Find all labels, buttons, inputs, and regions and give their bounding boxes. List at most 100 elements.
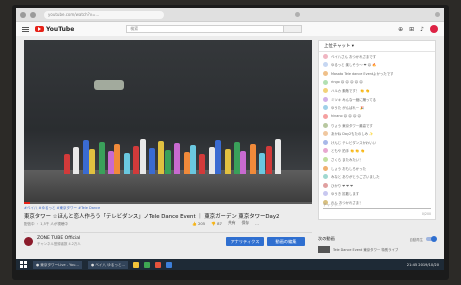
dancers: [64, 132, 294, 174]
chat-avatar: [323, 156, 328, 162]
chat-message-text: ハルカ 素敵です！ 👏 👏: [331, 89, 370, 94]
video-tags[interactable]: #ベイ八 #ゆるっと #東京タワー #Tele Dance: [24, 206, 312, 211]
dancer: [82, 140, 89, 174]
taskbar-item[interactable]: ● 東京タワーLive - You…: [33, 260, 82, 269]
more-button[interactable]: …: [255, 221, 259, 226]
dancer: [224, 149, 231, 174]
video-meta: #ベイ八 #ゆるっと #東京タワー #Tele Dance 東京タワー ☆ほんと…: [24, 206, 312, 227]
upload-icon[interactable]: ⊕: [398, 26, 403, 33]
profile-icon[interactable]: [435, 12, 440, 17]
dislike-button[interactable]: 👎 87: [211, 221, 222, 226]
back-icon[interactable]: [20, 11, 26, 18]
dancer: [64, 154, 70, 174]
dancer: [259, 153, 266, 174]
dancer: [108, 151, 114, 174]
chat-avatar: [323, 105, 328, 111]
chat-message-text: ゆうた がんばれー 🎉: [331, 106, 365, 111]
browser-toolbar: youtube.com/watch?v=...: [16, 8, 444, 22]
up-next-title[interactable]: Tele Dance Event 東京タワー 特別ライブ: [333, 247, 398, 252]
extension-icon[interactable]: [295, 12, 300, 17]
search-button[interactable]: [284, 25, 303, 33]
dancer: [208, 147, 215, 174]
chat-avatar: [323, 79, 328, 85]
dancer: [174, 143, 181, 174]
address-bar[interactable]: youtube.com/watch?v=...: [44, 10, 164, 19]
chat-avatar: [323, 53, 328, 59]
edit-video-button[interactable]: 動画の編集: [267, 237, 305, 246]
chat-message-text: ringo 😊 😊 😊 😊 😊: [331, 80, 363, 85]
channel-avatar[interactable]: [24, 236, 33, 246]
chat-message-text: しょう おもしろかった: [331, 166, 366, 171]
logo-text: YouTube: [46, 25, 75, 33]
dancer: [114, 144, 121, 174]
dancer: [158, 141, 165, 174]
dancer: [275, 139, 281, 174]
chat-message: ringo 😊 😊 😊 😊 😊: [319, 78, 435, 87]
chat-avatar: [323, 96, 328, 102]
analytics-button[interactable]: アナリティクス: [226, 237, 264, 246]
search-input[interactable]: 検索: [126, 25, 285, 33]
chat-message-text: ひかり ❤ ❤ ❤: [331, 183, 353, 188]
video-title: 東京タワー ☆ほんと恋人作ろう「テレビダンス」ノTele Dance Event…: [24, 214, 280, 220]
chat-message-text: ベイ八さん おつかれさまです: [331, 54, 377, 59]
chat-message: さくら またみたい！: [319, 155, 435, 164]
chat-avatar: [323, 139, 328, 145]
dancer: [183, 152, 190, 174]
progress-fill: [24, 202, 30, 204]
like-button[interactable]: 👍 205: [192, 221, 205, 226]
live-chat-panel: 上位チャット ▾ ベイ八さん おつかれさまです ゆるっと 楽しそう〜 ❤ 😊 🔥 M…: [318, 40, 436, 220]
folder-icon[interactable]: [133, 261, 140, 268]
dancer: [73, 147, 80, 174]
mail-icon[interactable]: [166, 261, 173, 268]
avatar[interactable]: [430, 25, 438, 33]
dancer: [199, 154, 206, 174]
notifications-icon[interactable]: ♪: [420, 26, 424, 33]
youtube-logo[interactable]: YouTube: [35, 26, 74, 33]
windows-taskbar: ● 東京タワーLive - You… ● ベイ八 ゆるっと… 21:45 201…: [16, 259, 444, 270]
menu-icon[interactable]: [22, 26, 29, 32]
forward-icon[interactable]: [30, 11, 36, 18]
chat-message-text: りょう 東京タワー最高です: [331, 123, 373, 128]
share-button[interactable]: 共有: [228, 220, 236, 226]
chat-avatar: [323, 88, 328, 94]
stage-floor: [24, 170, 312, 204]
chat-message: hinano 😊 😊 😊 😊: [319, 112, 435, 121]
chat-message-text: Masato Tele dance Eventよかったです: [331, 71, 394, 76]
chat-message: Masato Tele dance Eventよかったです: [319, 69, 435, 78]
chat-message: けんじ テレビダンスかわいい: [319, 138, 435, 147]
autoplay-label: 自動再生: [409, 237, 423, 242]
dancer: [249, 144, 256, 174]
taskbar-item[interactable]: ● ベイ八 ゆるっと…: [87, 260, 129, 269]
autoplay-toggle[interactable]: [426, 236, 437, 242]
chrome-icon[interactable]: [144, 261, 151, 268]
video-player[interactable]: [24, 40, 312, 204]
chat-avatar: [323, 182, 328, 188]
dancer: [164, 150, 171, 174]
up-next: 次の動画 自動再生 Tele Dance Event 東京タワー 特別ライブ: [318, 234, 437, 258]
chat-input[interactable]: チャット…: [323, 201, 431, 209]
chat-message-text: あかね Day2もたのしみ ✨: [331, 132, 374, 137]
chat-message: ゆるっと 楽しそう〜 ❤ 😊 🔥: [319, 61, 435, 70]
dancer: [234, 142, 240, 174]
up-next-label: 次の動画: [318, 236, 335, 241]
windows-start-icon[interactable]: [20, 261, 27, 268]
chat-message-text: さくら またみたい！: [331, 157, 363, 162]
chat-avatar: [323, 174, 328, 180]
up-next-thumbnail[interactable]: [318, 245, 330, 253]
dancer: [98, 142, 105, 174]
video-actions: 👍 205 👎 87 共有 保存 …: [192, 220, 259, 226]
youtube-header: YouTube 検索 ⊕ ⊞ ♪: [16, 22, 444, 36]
dancer: [89, 149, 96, 174]
chat-header[interactable]: 上位チャット ▾: [319, 41, 435, 52]
up-next-item[interactable]: Tele Dance Event 東京タワー 特別ライブ: [318, 244, 436, 254]
chat-message: りょう 東京タワー最高です: [319, 121, 435, 130]
app-icon[interactable]: [155, 261, 162, 268]
save-button[interactable]: 保存: [242, 220, 250, 226]
apps-icon[interactable]: ⊞: [409, 26, 414, 33]
chat-message: ゆうた がんばれー 🎉: [319, 104, 435, 113]
subscriber-count: チャンネル登録者数 4.2万人: [37, 242, 81, 246]
chat-avatar: [323, 148, 328, 154]
chat-message-text: ゆるっと 楽しそう〜 ❤ 😊 🔥: [331, 63, 377, 68]
chat-message: ミツキ みんな一緒に踊ってる: [319, 95, 435, 104]
video-progress-bar[interactable]: [24, 202, 312, 204]
